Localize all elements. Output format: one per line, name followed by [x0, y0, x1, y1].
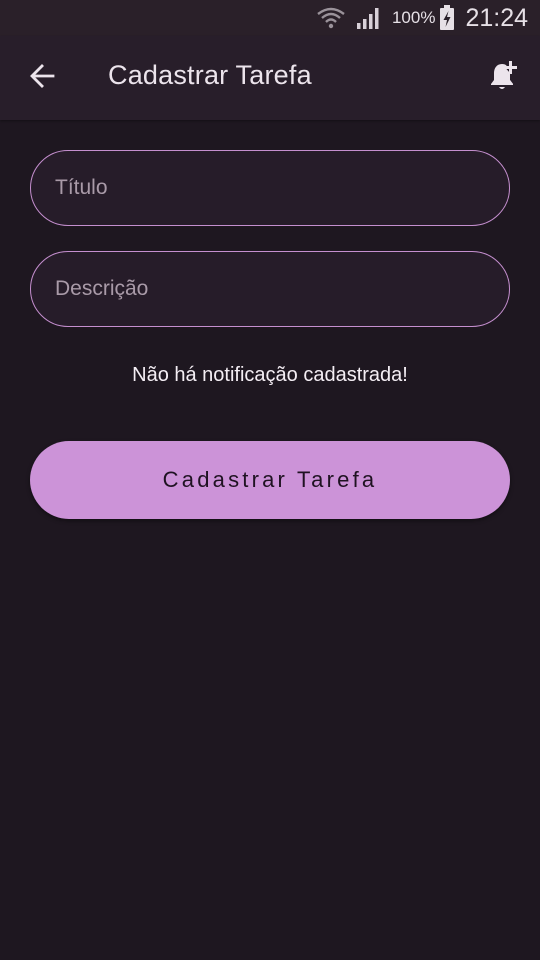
wifi-icon	[316, 5, 346, 31]
page-title: Cadastrar Tarefa	[108, 60, 312, 90]
empty-notifications-message: Não há notificação cadastrada!	[132, 364, 408, 386]
notification-add-icon	[487, 59, 521, 98]
title-input[interactable]	[31, 151, 509, 225]
battery-percent: 100%	[391, 8, 436, 27]
add-notification-button[interactable]	[484, 58, 524, 98]
submit-task-button[interactable]: Cadastrar Tarefa	[30, 441, 510, 519]
back-button[interactable]	[22, 58, 62, 98]
description-field[interactable]	[30, 251, 510, 327]
status-clock: 21:24	[465, 3, 528, 32]
app-bar: Cadastrar Tarefa	[0, 36, 540, 120]
status-bar: 100% 21:24	[0, 0, 540, 36]
description-input[interactable]	[31, 252, 509, 326]
title-field[interactable]	[30, 150, 510, 226]
battery-charging-icon	[439, 5, 455, 31]
screen: 100% 21:24 Cadastrar Tarefa Título Descr…	[0, 0, 540, 960]
arrow-back-icon	[28, 62, 56, 95]
signal-icon	[356, 6, 382, 30]
